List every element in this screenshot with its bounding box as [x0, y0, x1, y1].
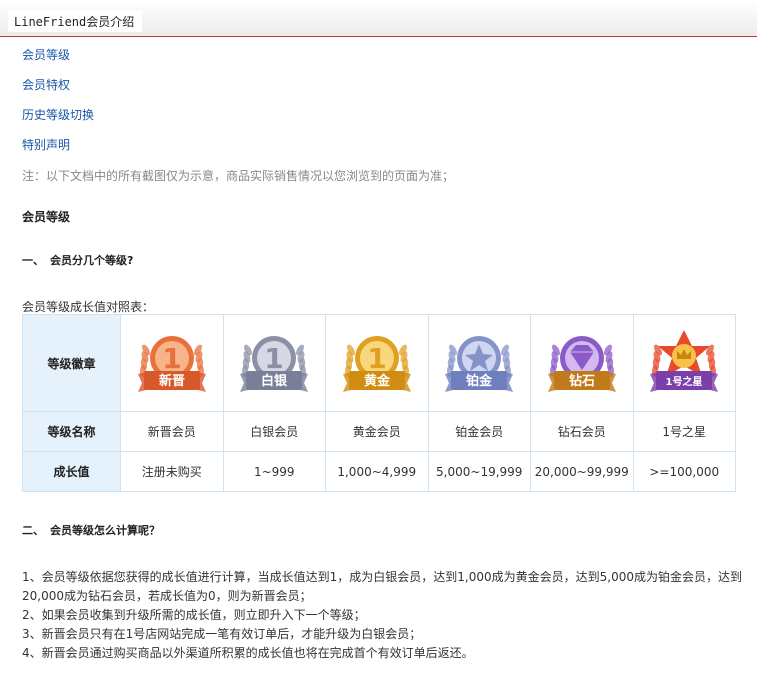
growth-value: 20,000~99,999: [530, 451, 634, 492]
badge-label: 钻石: [569, 373, 595, 389]
badge-label: 铂金: [466, 373, 493, 389]
level-table: 等级徽章 1 新晋 1 白银 1 黄金 铂金 钻石 1号之星 等级名称 新晋会员 白银…: [22, 314, 736, 492]
level-badge-xinjin: 1新晋: [137, 336, 206, 392]
row-header: 等级徽章: [22, 314, 121, 412]
table-row: 等级名称 新晋会员 白银会员 黄金会员 铂金会员 钻石会员 1号之星: [22, 411, 736, 452]
growth-value: 1,000~4,999: [325, 451, 429, 492]
level-name: 新晋会员: [120, 411, 224, 452]
growth-value: 注册未购买: [120, 451, 224, 492]
disclaimer-note: 注：以下文档中的所有截图仅为示意，商品实际销售情况以您浏览到的页面为准；: [22, 169, 455, 183]
nav-link-level-history[interactable]: 历史等级切换: [22, 106, 94, 123]
rule-item: 3、新晋会员只有在1号店网站完成一笔有效订单后，才能升级为白银会员；: [22, 627, 422, 641]
table-caption: 会员等级成长值对照表：: [22, 300, 155, 314]
nav-link-special-statement[interactable]: 特别声明: [22, 136, 70, 153]
page-header: LineFriend会员介绍: [0, 0, 757, 37]
rule-item: 1、会员等级依据您获得的成长值进行计算，当成长值达到1，成为白银会员，达到1,0…: [22, 570, 742, 603]
question-text: 会员等级怎么计算呢？: [50, 524, 160, 537]
level-name: 1号之星: [632, 411, 736, 452]
question-heading-1: 一、 会员分几个等级?: [22, 252, 133, 268]
badge-label: 黄金: [364, 373, 391, 389]
nav-link-member-privileges[interactable]: 会员特权: [22, 76, 70, 93]
page-title: LineFriend会员介绍: [8, 10, 143, 32]
level-badge-platinum: 铂金: [445, 336, 514, 392]
row-header: 成长值: [22, 451, 121, 492]
badge-cell: 1号之星: [632, 314, 736, 412]
medal-icon: [658, 330, 711, 376]
level-name: 黄金会员: [325, 411, 429, 452]
badge-cell: 钻石: [530, 314, 634, 412]
question-text: 会员分几个等级?: [50, 254, 134, 267]
ribbon-icon: 白银: [240, 371, 309, 392]
ribbon-icon: 铂金: [445, 371, 514, 392]
ribbon-icon: 钻石: [547, 371, 616, 392]
level-name: 钻石会员: [530, 411, 634, 452]
level-name: 白银会员: [222, 411, 326, 452]
question-number: 二、: [22, 524, 44, 537]
question-number: 一、: [22, 254, 44, 267]
ribbon-icon: 新晋: [137, 371, 206, 392]
growth-value: 1~999: [222, 451, 326, 492]
growth-value: >=100,000: [632, 451, 736, 492]
ribbon-icon: 黄金: [342, 371, 411, 392]
rule-item: 4、新晋会员通过购买商品以外渠道所积累的成长值也将在完成首个有效订单后返还。: [22, 646, 474, 660]
level-badge-diamond: 钻石: [547, 336, 616, 392]
badge-label: 新晋: [159, 373, 185, 389]
badge-cell: 1 黄金: [325, 314, 429, 412]
section-title: 会员等级: [22, 210, 71, 224]
ribbon-icon: 1号之星: [650, 371, 719, 392]
badge-label: 1号之星: [666, 375, 703, 388]
table-row: 成长值 注册未购买 1~999 1,000~4,999 5,000~19,999…: [22, 451, 736, 492]
svg-text:1: 1: [367, 342, 386, 375]
question-heading-2: 二、 会员等级怎么计算呢？: [22, 522, 160, 538]
rule-item: 2、如果会员收集到升级所需的成长值，则立即升入下一个等级；: [22, 608, 366, 622]
level-badge-silver: 1白银: [240, 336, 309, 392]
badge-cell: 铂金: [427, 314, 531, 412]
nav-link-member-levels[interactable]: 会员等级: [22, 46, 70, 63]
badge-cell: 1 新晋: [120, 314, 224, 412]
level-badge-gold: 1黄金: [342, 336, 411, 392]
row-header: 等级名称: [22, 411, 121, 452]
svg-text:1: 1: [265, 342, 284, 375]
badge-cell: 1 白银: [222, 314, 326, 412]
svg-text:1: 1: [162, 342, 181, 375]
badge-label: 白银: [261, 373, 288, 389]
growth-value: 5,000~19,999: [427, 451, 531, 492]
table-row: 等级徽章 1 新晋 1 白银 1 黄金 铂金 钻石 1号之星: [22, 314, 736, 412]
rules-list: 1、会员等级依据您获得的成长值进行计算，当成长值达到1，成为白银会员，达到1,0…: [22, 568, 742, 663]
level-badge-star: 1号之星: [650, 330, 719, 392]
level-name: 铂金会员: [427, 411, 531, 452]
